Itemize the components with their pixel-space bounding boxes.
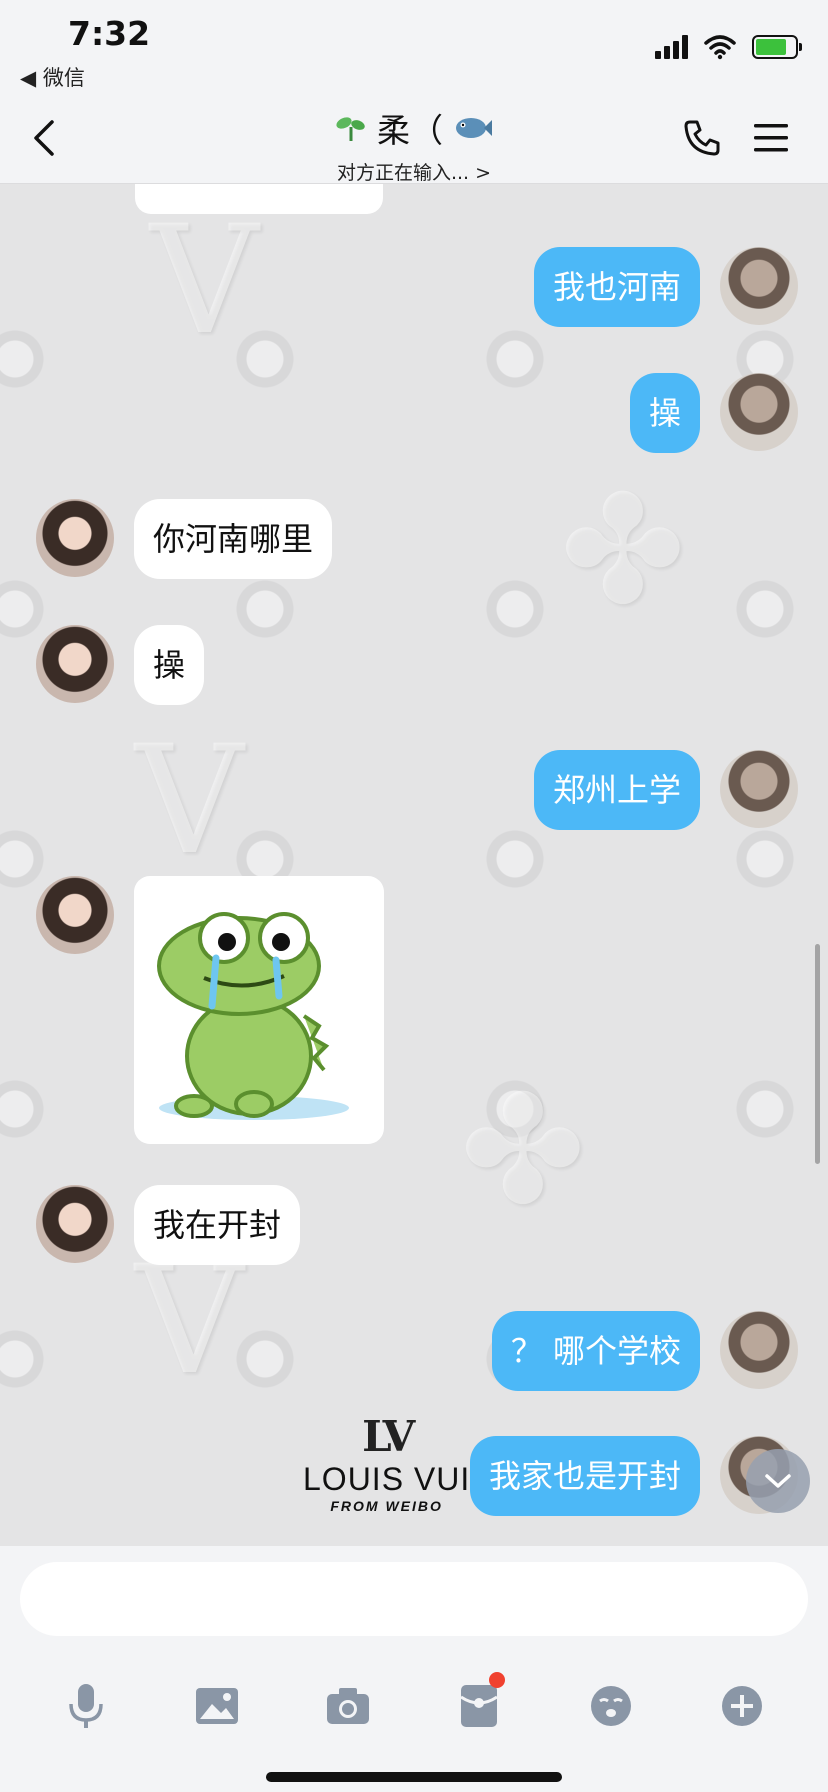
avatar[interactable] bbox=[36, 625, 114, 703]
wallpaper-monogram: ✤ bbox=[560, 464, 686, 638]
avatar[interactable] bbox=[720, 373, 798, 451]
avatar[interactable] bbox=[36, 499, 114, 577]
chat-message-list[interactable]: V V V ✤ ✤ 我也河南 操 你河南哪里 操 郑州上学 我在开封 ？ 哪个学… bbox=[0, 184, 828, 1546]
voice-button[interactable] bbox=[58, 1678, 114, 1734]
message-bubble[interactable]: 郑州上学 bbox=[533, 750, 700, 830]
typing-status: 对方正在输入... > bbox=[336, 162, 492, 184]
composer-toolbar bbox=[0, 1672, 828, 1734]
scrollbar[interactable] bbox=[815, 944, 820, 1164]
nav-bar: 柔（ 对方正在输入... > bbox=[0, 100, 828, 184]
image-icon bbox=[196, 1688, 238, 1724]
avatar[interactable] bbox=[720, 1311, 798, 1389]
red-packet-icon bbox=[460, 1685, 498, 1727]
plus-icon bbox=[722, 1686, 762, 1726]
notification-badge bbox=[489, 1672, 505, 1688]
camera-icon bbox=[327, 1688, 369, 1724]
chevron-down-icon bbox=[765, 1474, 791, 1488]
message-bubble[interactable]: 你河南哪里 bbox=[134, 499, 333, 579]
composer bbox=[0, 1546, 828, 1792]
crying-frog-sticker[interactable] bbox=[134, 876, 384, 1144]
more-button[interactable] bbox=[714, 1678, 770, 1734]
message-outgoing: 操 bbox=[629, 373, 798, 453]
message-incoming: 你河南哪里 bbox=[36, 499, 333, 579]
wallpaper-logo-sub: FROM WEIBO bbox=[330, 1498, 443, 1514]
emoji-icon bbox=[591, 1686, 631, 1726]
wifi-icon bbox=[704, 35, 736, 60]
message-outgoing: ？ 哪个学校 bbox=[491, 1311, 798, 1391]
contact-name: 柔（ bbox=[377, 111, 443, 150]
red-packet-button[interactable] bbox=[451, 1672, 507, 1734]
message-bubble[interactable]: 操 bbox=[629, 373, 700, 453]
wallpaper-monogram: ✤ bbox=[460, 1064, 586, 1238]
cellular-signal-icon bbox=[655, 35, 688, 59]
message-incoming bbox=[36, 876, 384, 1144]
message-outgoing: 我也河南 bbox=[533, 247, 798, 327]
microphone-icon bbox=[69, 1684, 103, 1728]
sticker-message-partial[interactable] bbox=[135, 184, 383, 214]
message-bubble[interactable]: 我也河南 bbox=[533, 247, 700, 327]
message-incoming: 操 bbox=[36, 625, 205, 705]
photo-button[interactable] bbox=[189, 1678, 245, 1734]
wallpaper-monogram: V bbox=[150, 194, 259, 368]
wallpaper-monogram: V bbox=[135, 714, 244, 888]
avatar[interactable] bbox=[36, 876, 114, 954]
sprout-icon bbox=[336, 117, 365, 141]
avatar[interactable] bbox=[720, 750, 798, 828]
message-incoming: 我在开封 bbox=[36, 1185, 301, 1265]
scroll-to-bottom-button[interactable] bbox=[746, 1449, 810, 1513]
status-icons bbox=[655, 34, 802, 60]
wallpaper-logo: LV LOUIS VUI FROM WEIBO bbox=[303, 1412, 470, 1514]
avatar[interactable] bbox=[36, 1185, 114, 1263]
back-to-wechat-link[interactable]: ◀ 微信 bbox=[20, 62, 85, 92]
lv-monogram-icon: LV bbox=[362, 1412, 415, 1461]
avatar[interactable] bbox=[720, 247, 798, 325]
message-input[interactable] bbox=[20, 1562, 808, 1636]
message-bubble[interactable]: 我家也是开封 bbox=[469, 1436, 700, 1516]
wallpaper-logo-text: LOUIS VUI bbox=[303, 1461, 471, 1497]
status-time: 7:32 bbox=[68, 14, 151, 53]
message-bubble[interactable]: 操 bbox=[134, 625, 205, 705]
battery-charging-icon bbox=[752, 35, 802, 59]
message-bubble[interactable]: ？ 哪个学校 bbox=[491, 1311, 700, 1391]
message-bubble[interactable]: 我在开封 bbox=[134, 1185, 301, 1265]
message-outgoing: 郑州上学 bbox=[533, 750, 798, 830]
chat-screen: 7:32 ◀ 微信 柔（ 对方正在输入... > V V V ✤ ✤ 我也河南 … bbox=[0, 0, 828, 1792]
fish-emoji-icon bbox=[456, 118, 492, 138]
phone-icon[interactable] bbox=[682, 118, 722, 158]
emoji-button[interactable] bbox=[583, 1678, 639, 1734]
status-bar: 7:32 ◀ 微信 bbox=[0, 0, 828, 100]
home-indicator[interactable] bbox=[266, 1772, 562, 1782]
camera-button[interactable] bbox=[320, 1678, 376, 1734]
hamburger-menu-icon[interactable] bbox=[752, 120, 790, 156]
